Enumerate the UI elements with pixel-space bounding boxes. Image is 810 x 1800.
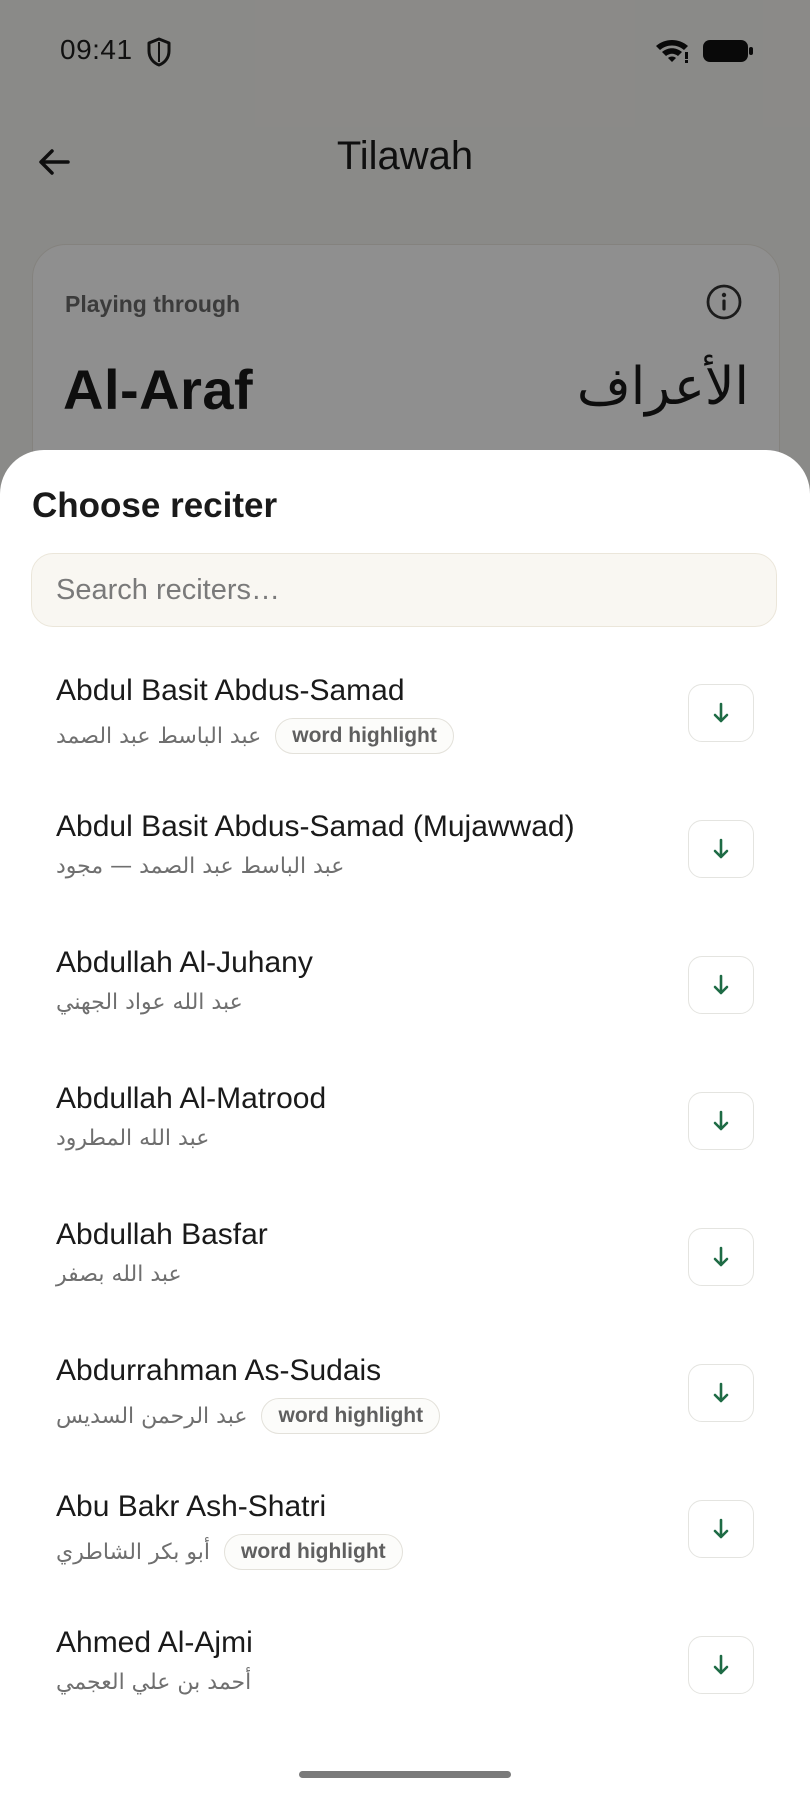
arrow-down-icon: [713, 702, 729, 723]
arrow-down-icon: [713, 1654, 729, 1675]
reciter-subline: أبو بكر الشاطري word highlight: [56, 1534, 403, 1570]
reciter-name: Abdul Basit Abdus-Samad (Mujawwad): [56, 810, 575, 843]
reciter-row[interactable]: Abdurrahman As-Sudais عبد الرحمن السديس …: [0, 1338, 810, 1474]
arrow-down-icon: [713, 1110, 729, 1131]
home-indicator[interactable]: [299, 1771, 511, 1778]
word-highlight-badge: word highlight: [261, 1398, 441, 1434]
reciter-arabic-name: أبو بكر الشاطري: [56, 1539, 211, 1565]
reciter-arabic-name: عبد الرحمن السديس: [56, 1403, 248, 1429]
reciter-row[interactable]: Abdullah Al-Matrood عبد الله المطرود: [0, 1066, 810, 1202]
search-reciters-input[interactable]: [31, 553, 777, 627]
reciter-arabic-name: عبد الله عواد الجهني: [56, 990, 243, 1015]
arrow-down-icon: [713, 1246, 729, 1267]
reciter-name: Ahmed Al-Ajmi: [56, 1626, 253, 1659]
download-button[interactable]: [688, 1636, 754, 1694]
reciter-arabic-name: عبد الباسط عبد الصمد — مجود: [56, 854, 345, 879]
reciter-arabic-name: عبد الله المطرود: [56, 1126, 210, 1151]
reciter-row[interactable]: Abdul Basit Abdus-Samad عبد الباسط عبد ا…: [0, 658, 810, 794]
reciter-subline: عبد الله بصفر: [56, 1262, 182, 1287]
sheet-title: Choose reciter: [32, 486, 278, 525]
reciter-name: Abdullah Al-Matrood: [56, 1082, 327, 1115]
reciter-arabic-name: أحمد بن علي العجمي: [56, 1670, 252, 1695]
reciter-name: Abu Bakr Ash-Shatri: [56, 1490, 327, 1523]
download-button[interactable]: [688, 1364, 754, 1422]
word-highlight-badge: word highlight: [275, 718, 454, 754]
download-button[interactable]: [688, 1500, 754, 1558]
arrow-down-icon: [713, 974, 729, 995]
reciter-row[interactable]: Abdullah Basfar عبد الله بصفر: [0, 1202, 810, 1338]
download-button[interactable]: [688, 956, 754, 1014]
reciter-subline: عبد الباسط عبد الصمد word highlight: [56, 718, 454, 754]
reciter-arabic-name: عبد الباسط عبد الصمد: [56, 723, 262, 749]
arrow-down-icon: [713, 1382, 729, 1403]
reciter-subline: أحمد بن علي العجمي: [56, 1670, 251, 1695]
arrow-down-icon: [713, 838, 729, 859]
download-button[interactable]: [688, 820, 754, 878]
reciter-row[interactable]: Abdul Basit Abdus-Samad (Mujawwad) عبد ا…: [0, 794, 810, 930]
download-button[interactable]: [688, 1092, 754, 1150]
arrow-down-icon: [713, 1518, 729, 1539]
reciter-name: Abdurrahman As-Sudais: [56, 1354, 382, 1387]
reciter-name: Abdullah Basfar: [56, 1218, 268, 1251]
reciter-row[interactable]: Ahmed Al-Ajmi أحمد بن علي العجمي: [0, 1610, 810, 1746]
download-button[interactable]: [688, 684, 754, 742]
download-button[interactable]: [688, 1228, 754, 1286]
reciter-subline: عبد الله عواد الجهني: [56, 990, 243, 1015]
reciter-arabic-name: عبد الله بصفر: [56, 1262, 182, 1287]
reciter-bottom-sheet: Choose reciter Abdul Basit Abdus-Samad ع…: [0, 450, 810, 1800]
reciter-row[interactable]: Abu Bakr Ash-Shatri أبو بكر الشاطري word…: [0, 1474, 810, 1610]
word-highlight-badge: word highlight: [224, 1534, 403, 1570]
reciter-row[interactable]: Abdullah Al-Juhany عبد الله عواد الجهني: [0, 930, 810, 1066]
reciter-name: Abdullah Al-Juhany: [56, 946, 313, 979]
reciter-subline: عبد الرحمن السديس word highlight: [56, 1398, 441, 1434]
reciter-subline: عبد الباسط عبد الصمد — مجود: [56, 854, 344, 879]
reciter-list: Abdul Basit Abdus-Samad عبد الباسط عبد ا…: [0, 658, 810, 1746]
reciter-subline: عبد الله المطرود: [56, 1126, 209, 1151]
screen: 09:41 Tilawah Playing through Al-Araf ال…: [0, 0, 810, 1800]
reciter-name: Abdul Basit Abdus-Samad: [56, 674, 405, 707]
